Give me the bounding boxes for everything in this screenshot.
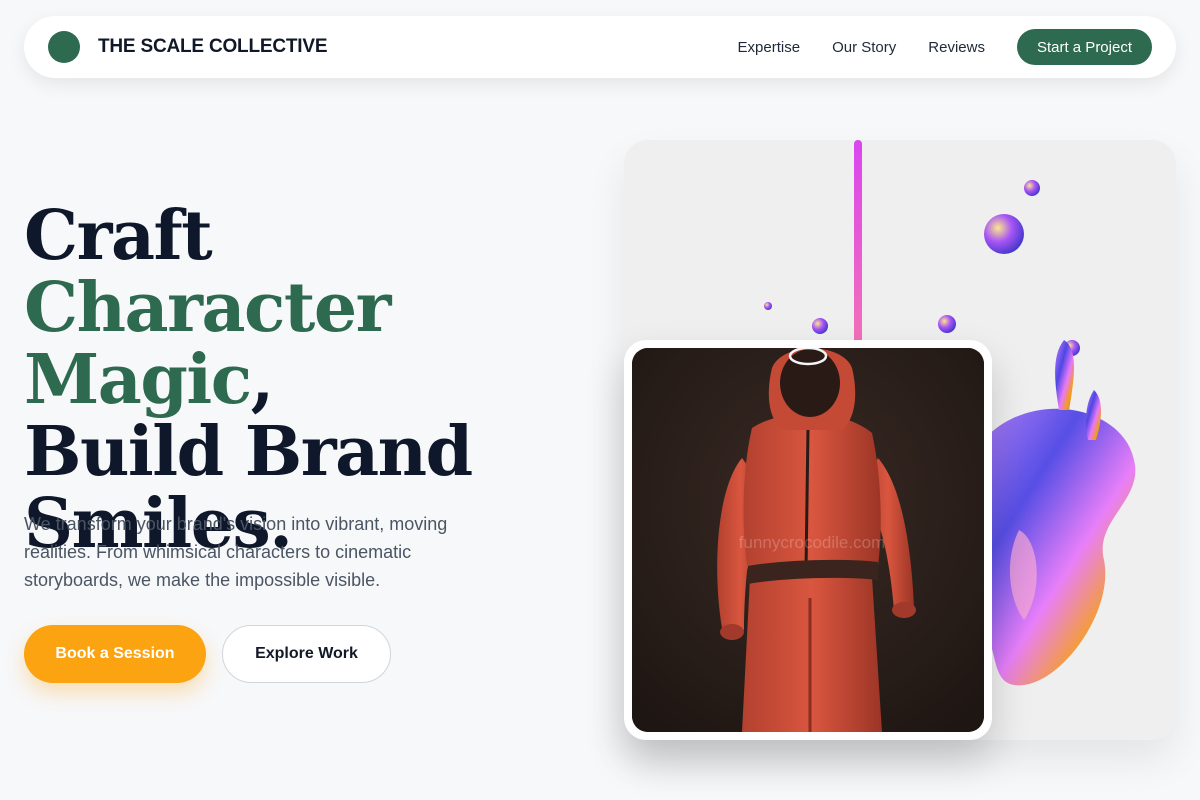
hero-subtext: We transform your brand's vision into vi… [24,514,448,590]
top-navbar: THE SCALE COLLECTIVE Expertise Our Story… [24,16,1176,78]
nav-link-reviews[interactable]: Reviews [928,39,985,56]
nav-link-our-story[interactable]: Our Story [832,39,896,56]
headline-line3: Build Brand [24,412,473,492]
headline-accent: Character Magic [24,268,391,420]
book-session-button[interactable]: Book a Session [24,625,206,683]
character-image: funnycrocodile.com [632,348,984,732]
nav-links: Expertise Our Story Reviews Start a Proj… [706,29,1152,65]
start-project-button[interactable]: Start a Project [1016,29,1152,65]
hero-headline: Craft Character Magic, Build Brand Smile… [24,200,584,560]
explore-work-button[interactable]: Explore Work [222,625,391,683]
image-watermark: funnycrocodile.com [739,533,885,552]
headline-comma: , [250,340,275,420]
headline-word-craft: Craft [24,196,213,276]
brand-name[interactable]: THE SCALE COLLECTIVE [98,36,327,58]
logo-icon[interactable] [48,31,80,63]
red-suit-character-illustration: funnycrocodile.com [632,348,984,732]
nav-link-expertise[interactable]: Expertise [738,39,801,56]
character-card: funnycrocodile.com [624,340,992,740]
